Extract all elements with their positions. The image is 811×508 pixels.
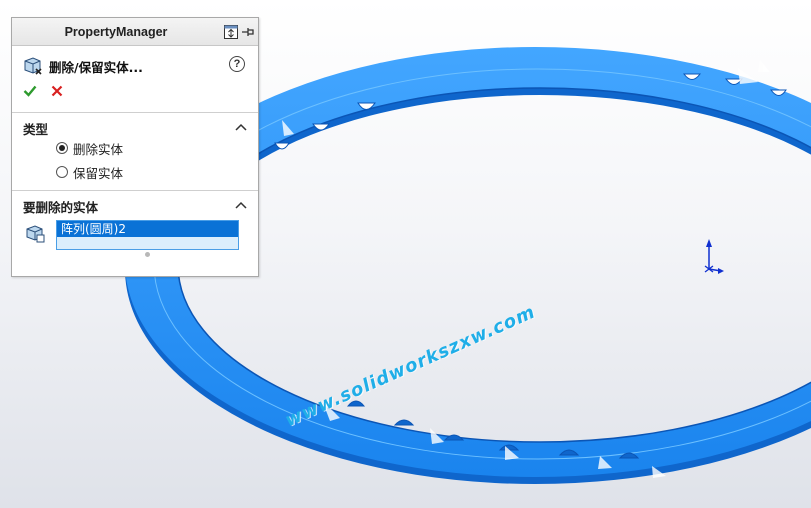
divider [12, 112, 258, 113]
pm-title: PropertyManager [64, 25, 168, 39]
radio-label: 保留实体 [73, 165, 124, 181]
bodies-selection-box[interactable]: 阵列(圆周)2 [56, 220, 239, 250]
close-icon[interactable] [50, 84, 64, 98]
solid-body-icon [26, 225, 45, 243]
chevron-up-icon[interactable] [235, 201, 247, 209]
feature-icon [24, 57, 42, 75]
mesh-highlights [282, 60, 770, 478]
divider [12, 190, 258, 191]
check-icon[interactable] [23, 84, 37, 98]
property-manager: PropertyManager 删除/保留实体... ? 类型 删除实体 保留实… [11, 17, 259, 277]
pin-icon[interactable] [240, 24, 256, 40]
help-icon[interactable]: ? [229, 56, 245, 72]
resize-handle[interactable] [145, 252, 150, 257]
list-item[interactable]: 阵列(圆周)2 [57, 221, 238, 237]
radio-label: 删除实体 [73, 141, 124, 157]
radio-button[interactable] [56, 142, 68, 154]
section-title-type[interactable]: 类型 [23, 119, 48, 138]
radio-option-delete[interactable]: 删除实体 [56, 139, 123, 157]
radio-button[interactable] [56, 166, 68, 178]
radio-option-keep[interactable]: 保留实体 [56, 163, 123, 181]
pm-header: PropertyManager [12, 18, 258, 46]
chevron-up-icon[interactable] [235, 123, 247, 131]
section-title-bodies[interactable]: 要删除的实体 [23, 197, 98, 216]
feature-title: 删除/保留实体... [49, 60, 143, 75]
display-pane-icon[interactable] [223, 24, 239, 40]
axis-triad [704, 239, 724, 274]
